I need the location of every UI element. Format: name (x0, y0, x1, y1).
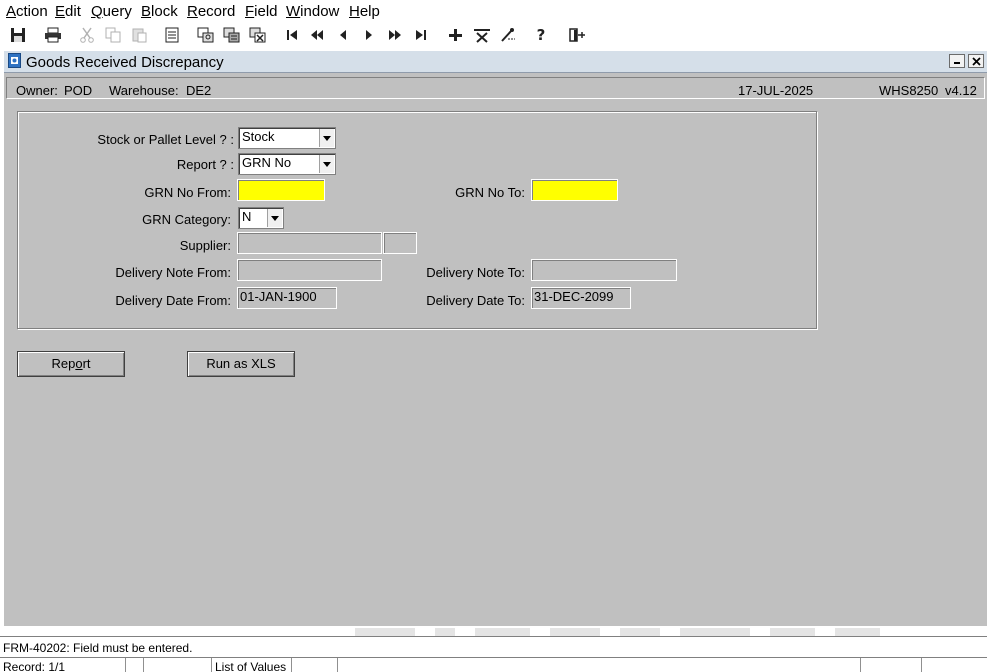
toolbar-separator (35, 26, 36, 44)
menu-help[interactable]: Help (349, 3, 380, 20)
previous-set-icon[interactable] (307, 25, 327, 45)
supplier-input[interactable] (237, 232, 382, 254)
close-window-button[interactable] (968, 54, 984, 68)
help-icon[interactable]: ? (531, 25, 551, 45)
warehouse-label: Warehouse: (109, 83, 179, 98)
run-as-xls-button[interactable]: Run as XLS (187, 351, 295, 377)
status-cell (144, 658, 212, 672)
print-icon[interactable] (43, 25, 63, 45)
previous-record-icon[interactable] (333, 25, 353, 45)
grn-from-input[interactable] (237, 179, 325, 201)
menu-edit[interactable]: Edit (55, 3, 81, 20)
delivery-note-to-label: Delivery Note To: (426, 265, 525, 280)
cut-icon[interactable] (77, 25, 97, 45)
menu-bar: Action Edit Query Block Record Field Win… (0, 0, 987, 23)
toolbar-separator (438, 26, 439, 44)
delivery-note-to-input[interactable] (531, 259, 677, 281)
grn-category-select[interactable]: N (238, 207, 284, 229)
insert-record-icon[interactable] (445, 25, 465, 45)
report-button[interactable]: Report (17, 351, 125, 377)
next-record-icon[interactable] (359, 25, 379, 45)
module-name: WHS8250 (879, 83, 939, 98)
report-value: GRN No (242, 155, 292, 170)
menu-action[interactable]: Action (6, 3, 48, 20)
status-cell (860, 658, 922, 672)
delivery-date-to-input[interactable]: 31-DEC-2099 (531, 287, 631, 309)
current-date: 17-JUL-2025 (738, 83, 814, 98)
svg-text:?: ? (537, 27, 546, 43)
menu-record[interactable]: Record (187, 3, 235, 20)
toolbar-separator (70, 26, 71, 44)
stock-pallet-value: Stock (242, 129, 275, 144)
exit-icon[interactable] (567, 25, 587, 45)
toolbar: ? (0, 23, 987, 48)
menu-block[interactable]: Block (141, 3, 178, 20)
window-titlebar: Goods Received Discrepancy (4, 51, 987, 73)
grn-from-label: GRN No From: (144, 185, 231, 200)
delivery-date-from-label: Delivery Date From: (115, 293, 231, 308)
cancel-query-icon[interactable] (248, 25, 268, 45)
status-bar: Record: 1/1 List of Values (0, 657, 987, 672)
last-record-icon[interactable] (411, 25, 431, 45)
chevron-down-icon[interactable] (319, 155, 334, 173)
report-label: Report ? : (176, 157, 234, 172)
form-window: Goods Received Discrepancy Owner: POD Wa… (3, 50, 987, 626)
grn-to-input[interactable] (531, 179, 618, 201)
chevron-down-icon[interactable] (267, 209, 282, 227)
toolbar-separator (188, 26, 189, 44)
grn-category-value: N (242, 209, 252, 224)
delivery-date-to-label: Delivery Date To: (426, 293, 525, 308)
delete-record-icon[interactable] (472, 25, 492, 45)
copy-icon[interactable] (103, 25, 123, 45)
owner-label: Owner: (16, 83, 58, 98)
owner-value: POD (64, 83, 93, 98)
window-title: Goods Received Discrepancy (26, 54, 224, 71)
delivery-note-from-input[interactable] (237, 259, 382, 281)
chevron-down-icon[interactable] (319, 129, 334, 147)
save-icon[interactable] (8, 25, 28, 45)
record-counter: Record: 1/1 (0, 658, 126, 672)
menu-field[interactable]: Field (245, 3, 278, 20)
delivery-note-from-label: Delivery Note From: (115, 265, 231, 280)
module-version: v4.12 (945, 83, 977, 98)
header-info-strip: Owner: POD Warehouse: DE2 17-JUL-2025 WH… (6, 77, 985, 99)
stock-pallet-select[interactable]: Stock (238, 127, 336, 149)
background-watermark (345, 626, 885, 636)
status-message: FRM-40202: Field must be entered. (3, 641, 193, 655)
status-cell (292, 658, 338, 672)
first-record-icon[interactable] (282, 25, 302, 45)
list-of-values-indicator: List of Values (212, 658, 292, 672)
status-cell (126, 658, 144, 672)
report-select[interactable]: GRN No (238, 153, 336, 175)
stock-pallet-label: Stock or Pallet Level ? : (97, 132, 234, 147)
next-set-icon[interactable] (385, 25, 405, 45)
supplier-label: Supplier: (179, 238, 231, 253)
toolbar-separator (558, 26, 559, 44)
grn-category-label: GRN Category: (142, 212, 231, 227)
supplier-code-input[interactable] (383, 232, 417, 254)
warehouse-value: DE2 (186, 83, 212, 98)
enter-query-icon[interactable] (196, 25, 216, 45)
duplicate-record-icon[interactable] (498, 25, 518, 45)
form-document-icon (8, 53, 21, 68)
paste-icon[interactable] (129, 25, 149, 45)
toolbar-separator (276, 26, 277, 44)
delivery-date-from-input[interactable]: 01-JAN-1900 (237, 287, 337, 309)
message-bar: FRM-40202: Field must be entered. (0, 636, 987, 656)
menu-query[interactable]: Query (91, 3, 132, 20)
minimize-button[interactable] (949, 54, 965, 68)
toolbar-separator (525, 26, 526, 44)
toolbar-separator (155, 26, 156, 44)
grn-to-label: GRN No To: (455, 185, 525, 200)
menu-window[interactable]: Window (286, 3, 339, 20)
execute-query-icon[interactable] (222, 25, 242, 45)
clear-field-icon[interactable] (162, 25, 182, 45)
